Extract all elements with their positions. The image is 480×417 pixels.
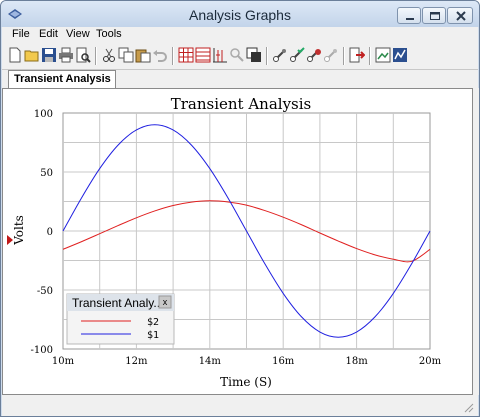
new-button[interactable] <box>7 47 23 63</box>
chart-button[interactable] <box>392 47 408 63</box>
cursor-icon <box>213 48 227 63</box>
tool4-button[interactable] <box>323 47 339 63</box>
undo-icon <box>153 50 167 62</box>
close-button[interactable] <box>447 7 473 24</box>
cursor-button[interactable] <box>212 47 228 63</box>
close-icon <box>456 11 466 21</box>
toolbar-separator <box>369 47 371 65</box>
menu-file[interactable]: File <box>12 28 30 40</box>
tool1-button[interactable] <box>272 47 288 63</box>
open-button[interactable] <box>24 47 40 63</box>
toolbar-separator <box>266 47 268 65</box>
copy-icon <box>118 47 134 63</box>
chart-icon <box>393 48 407 62</box>
cut-button[interactable] <box>101 47 117 63</box>
legend-label-s1: $1 <box>147 330 159 341</box>
close-icon: x <box>163 297 168 307</box>
undo-button[interactable] <box>152 47 168 63</box>
graph-panel: Transient Analysis Volts Time (S) 10m 12m… <box>2 88 473 395</box>
y-tick-label: 0 <box>47 227 53 238</box>
menu-bar: File Edit View Tools <box>2 27 478 43</box>
image-button[interactable] <box>375 47 391 63</box>
minimize-button[interactable] <box>397 7 421 24</box>
tool1-icon <box>273 49 286 62</box>
y-axis-label: Volts <box>12 215 26 246</box>
zoom-button[interactable] <box>229 47 245 63</box>
table-icon <box>195 47 211 63</box>
legend-title: Transient Analy... <box>72 296 163 310</box>
tab-strip: Transient Analysis <box>2 70 478 89</box>
y-tick-label: -50 <box>37 286 53 297</box>
minimize-icon <box>406 18 414 20</box>
x-axis-label: Time (S) <box>220 375 272 389</box>
save-button[interactable] <box>41 47 57 63</box>
print-preview-button[interactable] <box>75 47 91 63</box>
toolbar-separator <box>172 47 174 65</box>
tool2-icon <box>290 47 305 62</box>
x-tick-label: 16m <box>272 356 295 367</box>
legend-box[interactable]: Transient Analy... x $2 $1 <box>66 293 175 345</box>
y-tick-label: -100 <box>31 345 53 356</box>
zoom-icon <box>230 48 244 62</box>
resize-grip-icon[interactable] <box>462 401 474 413</box>
cut-icon <box>103 48 115 62</box>
open-icon <box>24 50 39 62</box>
window-icon <box>246 47 261 62</box>
copy-button[interactable] <box>118 47 134 63</box>
title-bar[interactable]: Analysis Graphs <box>1 1 479 27</box>
image-icon <box>375 47 391 63</box>
legend-label-s2: $2 <box>147 317 159 328</box>
y-tick-label: 50 <box>40 168 53 179</box>
window-button[interactable] <box>246 47 262 63</box>
grid-icon <box>178 47 194 63</box>
x-tick-label: 14m <box>199 356 222 367</box>
chart-title: Transient Analysis <box>171 95 312 113</box>
x-tick-label: 10m <box>52 356 75 367</box>
y-tick-label: 100 <box>34 109 53 120</box>
paste-button[interactable] <box>135 47 151 63</box>
x-tick-label: 18m <box>345 356 368 367</box>
toolbar-separator <box>343 47 345 65</box>
chart: Transient Analysis Volts Time (S) 10m 12m… <box>7 95 442 389</box>
menu-tools[interactable]: Tools <box>96 28 122 40</box>
vertical-scrollbar[interactable] <box>473 88 479 395</box>
export-button[interactable] <box>349 47 365 63</box>
toolbar <box>2 43 478 70</box>
maximize-button[interactable] <box>422 7 446 24</box>
toolbar-separator <box>95 47 97 65</box>
tool4-icon <box>324 49 337 62</box>
new-icon <box>9 47 21 63</box>
tool3-button[interactable] <box>306 47 322 63</box>
x-tick-label: 20m <box>419 356 442 367</box>
paste-icon <box>135 49 151 63</box>
print-button[interactable] <box>58 47 74 63</box>
export-icon <box>349 47 365 63</box>
menu-edit[interactable]: Edit <box>39 28 58 40</box>
table-button[interactable] <box>195 47 211 63</box>
maximize-icon <box>430 12 440 20</box>
menu-view[interactable]: View <box>66 28 90 40</box>
grid-button[interactable] <box>178 47 194 63</box>
x-tick-label: 12m <box>125 356 148 367</box>
print-preview-icon <box>76 47 91 63</box>
status-bar <box>2 395 478 416</box>
tab-transient-analysis[interactable]: Transient Analysis <box>8 70 116 89</box>
print-icon <box>59 47 73 63</box>
save-icon <box>42 48 56 62</box>
app-window: Analysis Graphs File Edit View Tools Tra… <box>0 0 480 417</box>
tool2-button[interactable] <box>289 47 305 63</box>
tool3-icon <box>307 49 321 62</box>
